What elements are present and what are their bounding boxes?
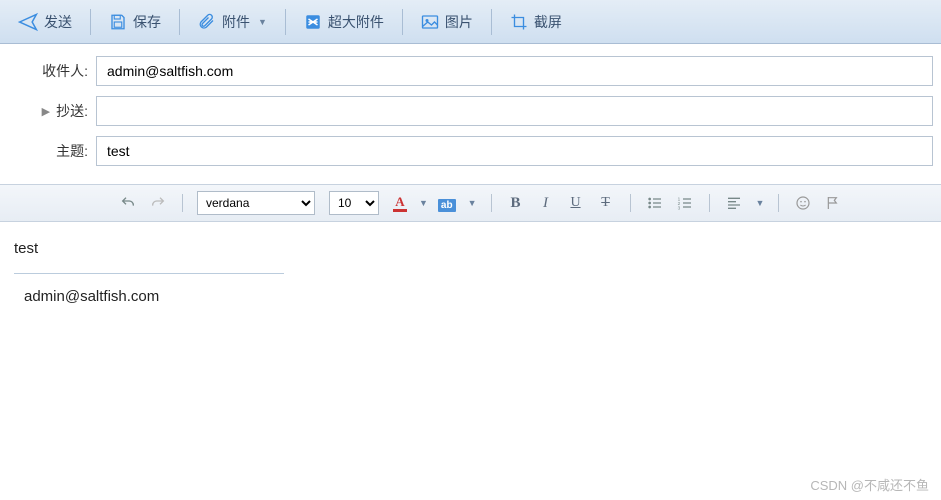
separator [402,9,403,35]
separator [182,194,183,212]
attach-button[interactable]: 附件 ▼ [188,8,277,36]
signature-text: admin@saltfish.com [14,288,927,305]
emoji-button[interactable] [793,193,813,213]
chevron-down-icon[interactable]: ▼ [756,198,765,208]
separator [491,194,492,212]
watermark: CSDN @不咸还不鱼 [810,475,929,494]
highlight-button[interactable]: ab [438,196,456,211]
underline-button[interactable]: U [566,193,586,213]
svg-text:3: 3 [677,206,680,211]
screenshot-label: 截屏 [534,12,562,32]
font-color-button[interactable]: A [393,194,407,212]
expand-cc-icon[interactable]: ▶ [42,105,50,118]
attach-label: 附件 [222,12,250,32]
font-family-select[interactable]: verdana [197,191,315,215]
undo-button[interactable] [118,193,138,213]
save-icon [109,13,127,31]
separator [90,9,91,35]
big-attach-label: 超大附件 [328,12,384,32]
save-label: 保存 [133,12,161,32]
paperclip-icon [198,13,216,31]
big-attach-icon [304,13,322,31]
body-text: test [14,240,927,257]
subject-label: 主题: [8,141,96,161]
send-icon [18,12,38,32]
separator [709,194,710,212]
number-list-button[interactable]: 123 [675,193,695,213]
editor-toolbar: verdana 10 A ▼ ab ▼ B I U T 123 [0,184,941,222]
redo-button[interactable] [148,193,168,213]
subject-row: 主题: [8,136,933,166]
main-toolbar: 发送 保存 附件 ▼ 超大附件 图片 截屏 [0,0,941,44]
image-label: 图片 [445,12,473,32]
screenshot-button[interactable]: 截屏 [500,8,572,36]
signature-divider [14,273,284,274]
align-button[interactable] [724,193,744,213]
cc-input[interactable] [96,96,933,126]
font-size-select[interactable]: 10 [329,191,379,215]
header-fields: 收件人: ▶ 抄送: 主题: [0,44,941,184]
chevron-down-icon[interactable]: ▼ [468,198,477,208]
send-label: 发送 [44,12,72,32]
separator [285,9,286,35]
bullet-list-button[interactable] [645,193,665,213]
save-button[interactable]: 保存 [99,8,171,36]
to-label: 收件人: [8,61,96,81]
chevron-down-icon[interactable]: ▼ [419,198,428,208]
subject-input[interactable] [96,136,933,166]
crop-icon [510,13,528,31]
flag-button[interactable] [823,193,843,213]
chevron-down-icon: ▼ [258,17,267,27]
separator [179,9,180,35]
send-button[interactable]: 发送 [8,8,82,36]
email-body[interactable]: test admin@saltfish.com [0,222,941,323]
image-button[interactable]: 图片 [411,8,483,36]
cc-label: 抄送: [56,101,88,121]
to-input[interactable] [96,56,933,86]
cc-row: ▶ 抄送: [8,96,933,126]
separator [630,194,631,212]
strikethrough-button[interactable]: T [596,193,616,213]
to-row: 收件人: [8,56,933,86]
image-icon [421,13,439,31]
big-attach-button[interactable]: 超大附件 [294,8,394,36]
separator [491,9,492,35]
italic-button[interactable]: I [536,193,556,213]
bold-button[interactable]: B [506,193,526,213]
separator [778,194,779,212]
